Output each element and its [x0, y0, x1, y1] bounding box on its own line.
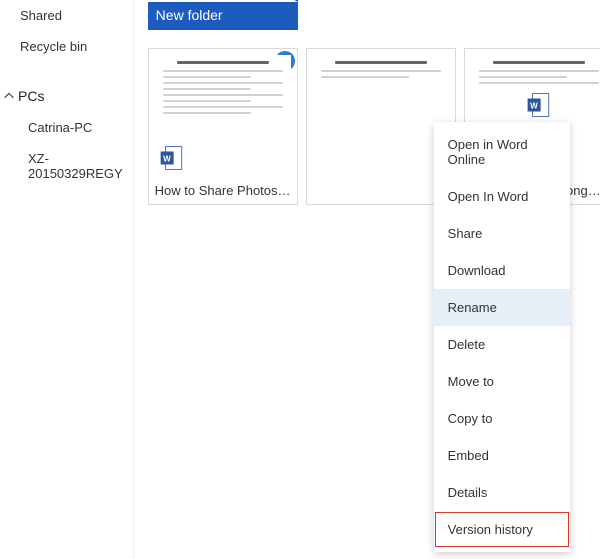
word-icon: W: [159, 145, 185, 171]
sidebar-item-shared[interactable]: Shared: [0, 0, 133, 31]
context-menu-item-version-history[interactable]: Version history: [434, 511, 570, 548]
file-thumbnail: [313, 55, 449, 173]
word-icon: W: [526, 92, 552, 118]
context-menu-item-embed[interactable]: Embed: [434, 437, 570, 474]
context-menu-item-open-in-word[interactable]: Open In Word: [434, 178, 570, 215]
context-menu-item-download[interactable]: Download: [434, 252, 570, 289]
folder-tile[interactable]: 0 New folder: [148, 2, 298, 30]
sidebar-item-pc-0[interactable]: Catrina-PC: [0, 112, 133, 143]
folder-corner: [260, 0, 298, 2]
context-menu: Open in Word OnlineOpen In WordShareDown…: [434, 122, 570, 552]
file-caption: How to Share Photos ...: [155, 183, 291, 198]
context-menu-item-share[interactable]: Share: [434, 215, 570, 252]
main-area: 0 New folder W: [134, 0, 600, 559]
context-menu-item-delete[interactable]: Delete: [434, 326, 570, 363]
folder-label: New folder: [156, 7, 223, 23]
file-tile-0[interactable]: W How to Share Photos ...: [148, 48, 298, 205]
sidebar-section-label: PCs: [18, 88, 44, 104]
context-menu-item-rename[interactable]: Rename: [434, 289, 570, 326]
context-menu-item-copy-to[interactable]: Copy to: [434, 400, 570, 437]
sidebar-section-pcs[interactable]: PCs: [0, 80, 133, 112]
context-menu-item-move-to[interactable]: Move to: [434, 363, 570, 400]
file-thumbnail: W: [155, 55, 291, 173]
chevron-up-icon: [2, 89, 16, 103]
svg-text:W: W: [163, 154, 171, 163]
svg-text:W: W: [530, 101, 538, 110]
sidebar-item-recycle-bin[interactable]: Recycle bin: [0, 31, 133, 62]
context-menu-item-details[interactable]: Details: [434, 474, 570, 511]
sidebar: Shared Recycle bin PCs Catrina-PC XZ-201…: [0, 0, 134, 559]
sidebar-item-pc-1[interactable]: XZ-20150329REGY: [0, 143, 133, 189]
context-menu-item-open-in-word-online[interactable]: Open in Word Online: [434, 126, 570, 178]
